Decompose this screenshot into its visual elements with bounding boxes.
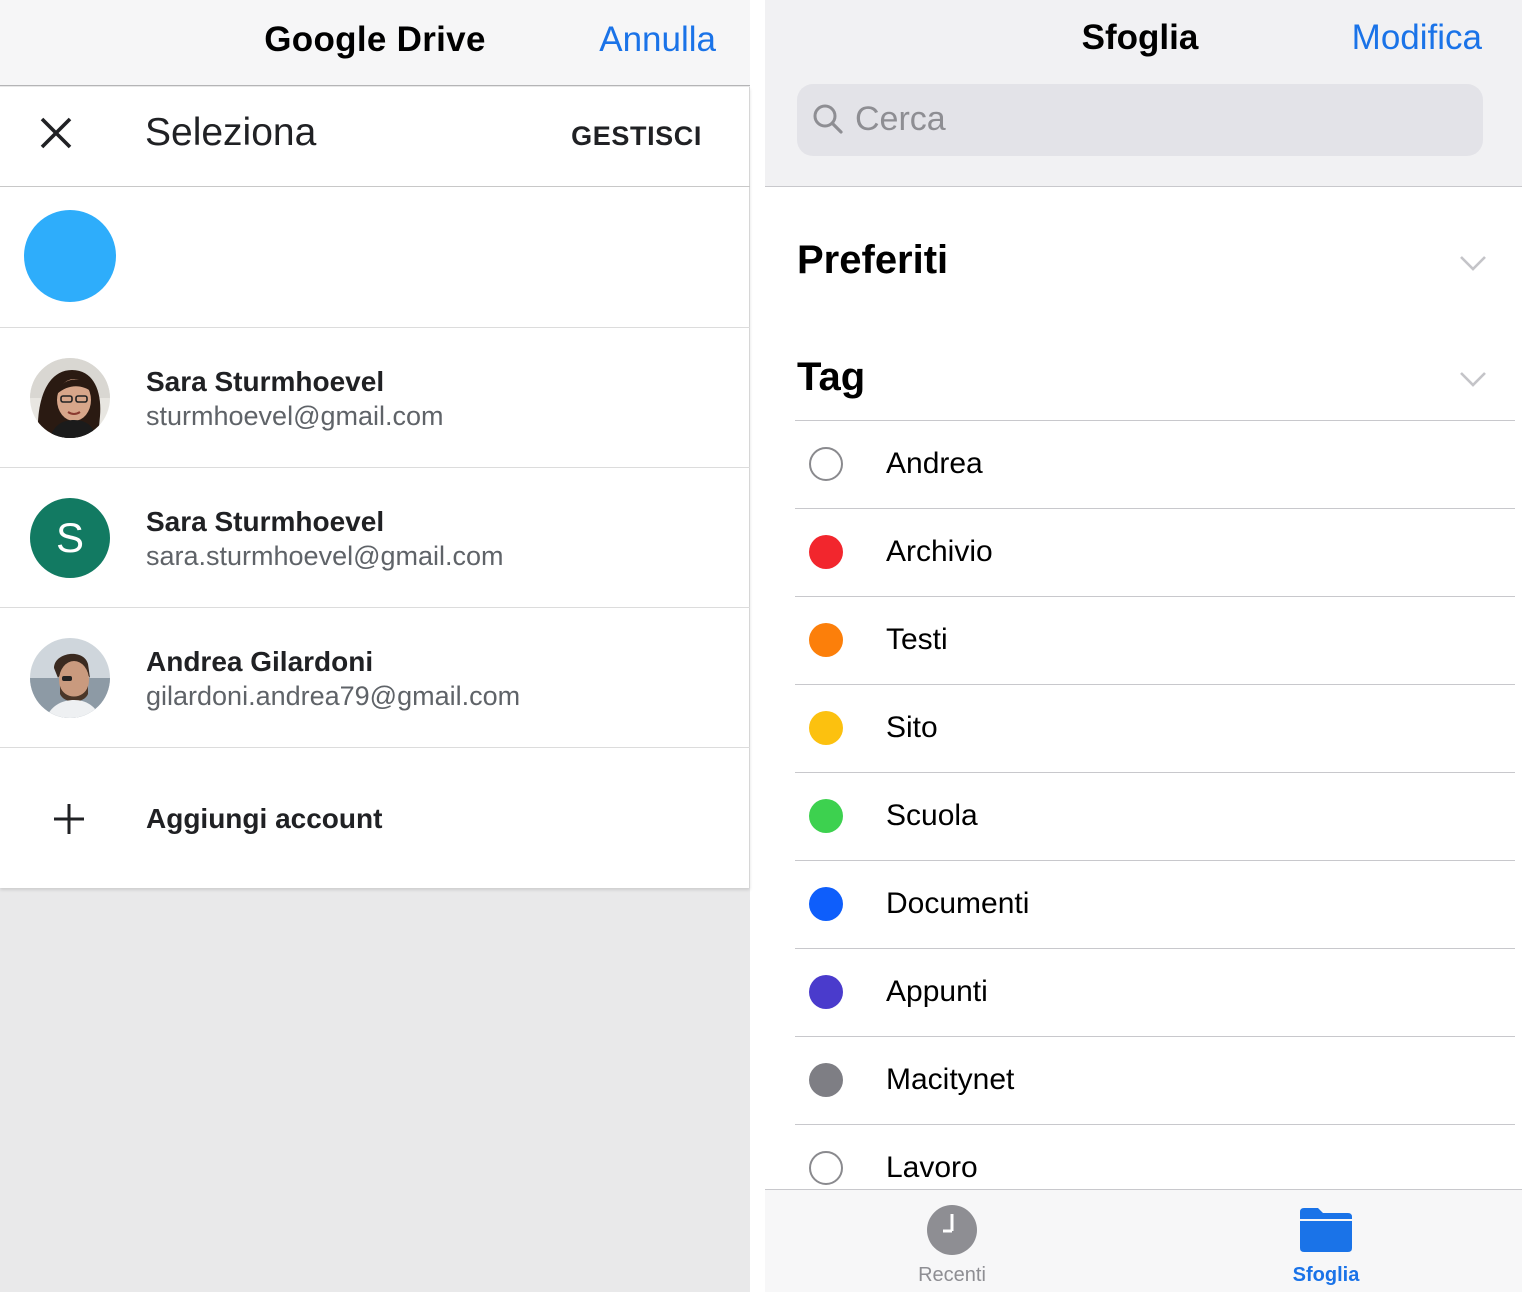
account-picker-dialog: Seleziona GESTISCI Sara Sturmhoevel stur… <box>0 87 750 888</box>
tag-row-sito[interactable]: Sito <box>795 684 1515 772</box>
tag-label: Appunti <box>886 975 988 1008</box>
tag-color-dot-icon <box>809 975 843 1009</box>
avatar: S <box>30 498 110 578</box>
close-icon[interactable] <box>38 115 74 151</box>
google-drive-nav-bar: Google Drive Annulla <box>0 0 750 86</box>
folder-icon <box>1300 1208 1352 1252</box>
tag-color-dot-icon <box>809 711 843 745</box>
manage-button[interactable]: GESTISCI <box>571 121 702 152</box>
account-name: Sara Sturmhoevel <box>146 506 385 537</box>
browse-nav-bar: Sfoglia Modifica Cerca <box>765 0 1522 187</box>
search-input[interactable]: Cerca <box>797 84 1483 156</box>
account-row[interactable]: Sara Sturmhoevel sturmhoevel@gmail.com <box>0 328 750 468</box>
tab-recent-label: Recenti <box>918 1264 986 1286</box>
tag-row-andrea[interactable]: Andrea <box>795 420 1515 508</box>
tab-bar: Recenti Sfoglia <box>765 1189 1522 1292</box>
tag-row-macitynet[interactable]: Macitynet <box>795 1036 1515 1124</box>
tag-color-dot-icon <box>809 1063 843 1097</box>
search-placeholder: Cerca <box>855 100 946 138</box>
tag-label: Macitynet <box>886 1063 1015 1096</box>
search-icon <box>813 104 843 134</box>
section-favorites[interactable]: Preferiti <box>797 238 948 283</box>
tab-browse-label: Sfoglia <box>1292 1264 1360 1286</box>
tag-label: Testi <box>886 623 948 656</box>
tag-color-dot-icon <box>809 887 843 921</box>
tab-recent[interactable]: Recenti <box>852 1190 1052 1292</box>
tag-row-appunti[interactable]: Appunti <box>795 948 1515 1036</box>
tag-label: Sito <box>886 711 938 744</box>
tag-label: Archivio <box>886 535 993 568</box>
tag-color-dot-icon <box>809 623 843 657</box>
avatar <box>30 638 110 718</box>
cancel-button[interactable]: Annulla <box>599 20 716 60</box>
account-email: gilardoni.andrea79@gmail.com <box>146 681 521 711</box>
tab-browse[interactable]: Sfoglia <box>1226 1190 1426 1292</box>
account-email: sara.sturmhoevel@gmail.com <box>146 541 504 571</box>
dialog-header: Seleziona GESTISCI <box>0 87 750 187</box>
tag-color-dot-icon <box>809 447 843 481</box>
account-row[interactable]: Andrea Gilardoni gilardoni.andrea79@gmai… <box>0 608 750 748</box>
add-account-button[interactable]: Aggiungi account <box>0 748 750 888</box>
google-drive-panel: Google Drive Annulla Seleziona GESTISCI <box>0 0 750 1292</box>
account-name: Sara Sturmhoevel <box>146 366 385 397</box>
tag-row-testi[interactable]: Testi <box>795 596 1515 684</box>
tag-row-lavoro[interactable]: Lavoro <box>795 1124 1515 1189</box>
tag-row-scuola[interactable]: Scuola <box>795 772 1515 860</box>
tag-color-dot-icon <box>809 1151 843 1185</box>
tag-label: Andrea <box>886 447 983 480</box>
plus-icon <box>54 804 84 834</box>
tag-label: Documenti <box>886 887 1030 920</box>
avatar <box>24 210 116 302</box>
account-row-current[interactable] <box>0 188 750 328</box>
tag-row-documenti[interactable]: Documenti <box>795 860 1515 948</box>
avatar <box>30 358 110 438</box>
account-name: Andrea Gilardoni <box>146 646 374 677</box>
clock-icon <box>927 1205 977 1255</box>
chevron-down-icon[interactable] <box>1459 370 1487 388</box>
edit-button[interactable]: Modifica <box>1352 18 1482 58</box>
tag-label: Lavoro <box>886 1151 978 1184</box>
tag-row-archivio[interactable]: Archivio <box>795 508 1515 596</box>
tag-color-dot-icon <box>809 535 843 569</box>
account-email: sturmhoevel@gmail.com <box>146 401 444 431</box>
chevron-down-icon[interactable] <box>1459 254 1487 272</box>
files-browse-panel: Sfoglia Modifica Cerca Preferiti Tag And… <box>765 0 1522 1292</box>
dialog-title: Seleziona <box>145 111 317 154</box>
section-tags[interactable]: Tag <box>797 355 865 400</box>
tag-label: Scuola <box>886 799 978 832</box>
add-account-label: Aggiungi account <box>146 803 383 834</box>
account-row[interactable]: S Sara Sturmhoevel sara.sturmhoevel@gmai… <box>0 468 750 608</box>
tag-color-dot-icon <box>809 799 843 833</box>
